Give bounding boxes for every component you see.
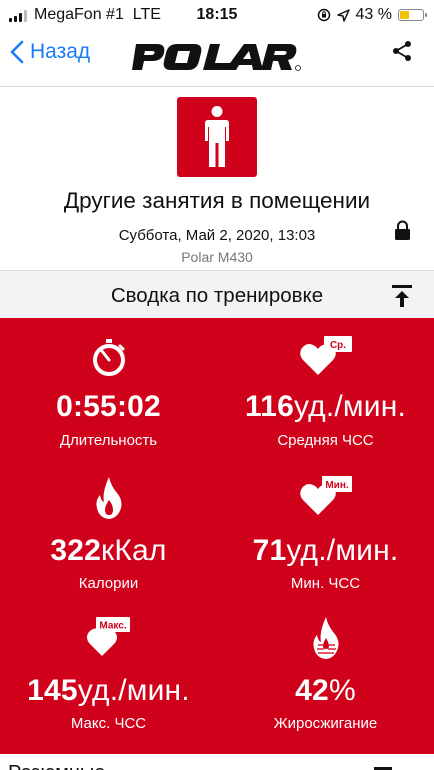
stat-duration: 0:55:02 Длительность bbox=[0, 338, 217, 458]
flame-icon bbox=[95, 477, 121, 519]
polar-logo bbox=[132, 44, 301, 71]
stat-label: Длительность bbox=[59, 432, 158, 449]
share-icon bbox=[393, 41, 411, 61]
svg-text:Ср.: Ср. bbox=[329, 340, 345, 351]
export-button[interactable] bbox=[391, 283, 413, 314]
status-right: 43 % bbox=[317, 6, 427, 24]
svg-text:Мин.: Мин. bbox=[325, 480, 349, 491]
stat-value: 42% bbox=[295, 674, 356, 707]
stat-value: 71уд./мин. bbox=[252, 534, 399, 567]
back-button[interactable]: Назад bbox=[10, 40, 90, 64]
stat-label: Жиросжигание bbox=[273, 715, 378, 732]
device-name: Polar M430 bbox=[181, 249, 253, 265]
battery-percent: 43 % bbox=[355, 6, 392, 23]
stat-value: 116уд./мин. bbox=[244, 390, 407, 423]
back-label: Назад bbox=[30, 40, 91, 63]
chevron-left-icon bbox=[10, 40, 24, 64]
next-section-header[interactable]: Резюмные bbox=[0, 754, 434, 770]
stat-value: 145уд./мин. bbox=[27, 674, 190, 707]
summary-panel: 0:55:02 Длительность Ср. 116уд./мин. Сре… bbox=[0, 318, 434, 754]
session-datetime: Суббота, Май 2, 2020, 13:03 bbox=[118, 227, 316, 244]
stat-label: Калории bbox=[78, 575, 139, 592]
stat-value: 322кКал bbox=[50, 534, 167, 567]
battery-icon bbox=[398, 9, 427, 21]
share-button[interactable] bbox=[390, 39, 414, 68]
person-standing-icon bbox=[205, 106, 229, 167]
stopwatch-icon bbox=[92, 339, 125, 376]
status-bar: MegaFon #1 LTE 18:15 43 % bbox=[0, 0, 434, 30]
heart-max-icon: Макс. bbox=[86, 617, 130, 656]
summary-header: Сводка по тренировке bbox=[0, 270, 434, 318]
svg-text:Макс.: Макс. bbox=[99, 621, 126, 632]
stat-value: 0:55:02 bbox=[56, 390, 161, 423]
next-section-label: Резюмные bbox=[8, 762, 105, 770]
stat-fat-burn: 42% Жиросжигание bbox=[217, 616, 434, 739]
stat-min-hr: Мин. 71уд./мин. Мин. ЧСС bbox=[217, 473, 434, 596]
stat-label: Макс. ЧСС bbox=[70, 715, 147, 732]
heart-min-icon: Мин. bbox=[299, 476, 352, 515]
summary-title: Сводка по тренировке bbox=[110, 284, 324, 307]
sport-icon bbox=[177, 97, 257, 177]
stat-label: Средняя ЧСС bbox=[277, 432, 374, 449]
location-icon bbox=[336, 8, 350, 22]
divider bbox=[0, 86, 434, 87]
fat-burn-icon bbox=[312, 617, 338, 659]
stat-calories: 322кКал Калории bbox=[0, 476, 217, 596]
nav-bar: Назад bbox=[0, 30, 434, 86]
orientation-lock-icon bbox=[317, 8, 330, 22]
stat-avg-hr: Ср. 116уд./мин. Средняя ЧСС bbox=[217, 333, 434, 458]
session-title: Другие занятия в помещении bbox=[63, 188, 371, 213]
stat-max-hr: Макс. 145уд./мин. Макс. ЧСС bbox=[0, 614, 217, 739]
export-icon bbox=[392, 285, 412, 307]
heart-avg-icon: Ср. bbox=[299, 336, 352, 375]
lock-icon[interactable] bbox=[394, 220, 411, 240]
stat-label: Мин. ЧСС bbox=[290, 575, 361, 592]
